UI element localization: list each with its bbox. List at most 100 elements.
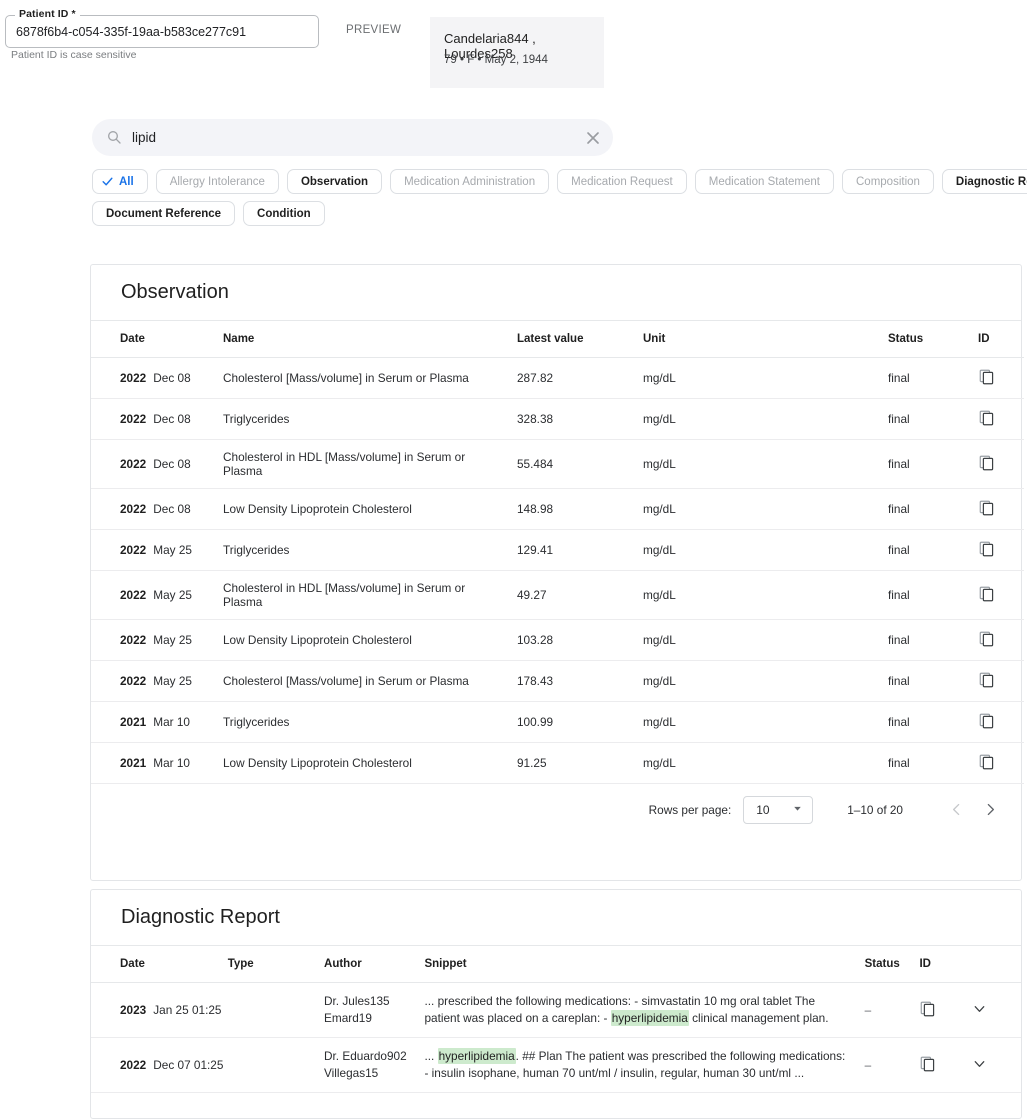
copy-id-button[interactable] [978,585,995,605]
patient-preview-meta: 79 • F • May 2, 1944 [444,54,548,66]
cell-date: 2022Dec 08 [91,398,223,439]
table-row[interactable]: 2022May 25Low Density Lipoprotein Choles… [91,619,1024,660]
rows-per-page-label: Rows per page: [649,803,732,817]
column-header-date: Date [91,321,223,357]
observation-table: Date Name Latest value Unit Status ID 20… [91,321,1024,784]
cell-expand [971,1037,1021,1092]
chip-condition[interactable]: Condition [243,201,325,226]
copy-id-button[interactable] [978,368,995,388]
table-row[interactable]: 2022Dec 08Cholesterol [Mass/volume] in S… [91,357,1024,398]
cell-date: 2021Mar 10 [91,742,223,783]
observation-table-body: 2022Dec 08Cholesterol [Mass/volume] in S… [91,357,1024,783]
next-page-button[interactable] [973,795,1007,825]
search-icon [106,129,122,145]
chevron-down-icon[interactable] [971,1006,988,1020]
copy-id-button[interactable] [978,454,995,474]
copy-id-button[interactable] [919,1000,936,1020]
cell-date: 2022May 25 [91,570,223,619]
chip-all[interactable]: All [92,169,148,194]
cell-expand [971,982,1021,1037]
cell-id [978,488,1024,529]
date-month-day: May 25 [153,674,192,688]
column-header-id: ID [978,321,1024,357]
chip-medication-request[interactable]: Medication Request [557,169,687,194]
date-time: Jan 25 01:25 [153,1003,221,1017]
chip-allergy-intolerance[interactable]: Allergy Intolerance [156,169,279,194]
cell-type [228,1037,324,1092]
copy-id-button[interactable] [978,499,995,519]
chip-row-1: All Allergy Intolerance Observation Medi… [92,169,1012,194]
chip-observation[interactable]: Observation [287,169,382,194]
diagnostic-report-card: Diagnostic Report Date Type Author Snipp… [90,889,1022,1119]
rows-per-page-select[interactable]: 10 [743,796,813,824]
date-year: 2022 [120,371,146,385]
close-icon[interactable] [583,128,603,148]
patient-id-input[interactable] [6,16,318,47]
cell-author: Dr. Jules135 Emard19 [324,982,424,1037]
search-input[interactable] [130,119,650,156]
column-header-date: Date [91,946,228,982]
chip-label: Observation [301,176,368,188]
cell-status: final [888,570,978,619]
cell-name: Low Density Lipoprotein Cholesterol [223,742,517,783]
table-row[interactable]: 2021Mar 10Triglycerides100.99mg/dLfinal [91,701,1024,742]
copy-id-button[interactable] [978,671,995,691]
cell-date: 2022May 25 [91,529,223,570]
copy-id-button[interactable] [978,630,995,650]
table-row[interactable]: 2022Dec 07 01:25Dr. Eduardo902 Villegas1… [91,1037,1021,1092]
chip-label: Medication Administration [404,176,535,188]
table-row[interactable]: 2022 Dec 08 Low Density Lipoprotein Choles… [91,488,1024,529]
cell-name: Low Density Lipoprotein Cholesterol [223,488,517,529]
cell-unit: mg/dL [643,619,888,660]
copy-id-button[interactable] [978,712,995,732]
cell-date: 2022May 25 [91,619,223,660]
table-row[interactable]: 2023Jan 25 01:25Dr. Jules135 Emard19... … [91,982,1021,1037]
table-row[interactable]: 2022May 25Cholesterol [Mass/volume] in S… [91,660,1024,701]
chevron-down-icon[interactable] [971,1061,988,1075]
cell-name: Cholesterol in HDL [Mass/volume] in Seru… [223,570,517,619]
previous-page-button[interactable] [939,795,973,825]
resource-type-filter-chips: All Allergy Intolerance Observation Medi… [92,169,1012,233]
cell-unit: mg/dL [643,701,888,742]
cell-date: 2023Jan 25 01:25 [91,982,228,1037]
table-row[interactable]: 2021Mar 10Low Density Lipoprotein Choles… [91,742,1024,783]
cell-latest-value: 55.484 [517,439,643,488]
table-row[interactable]: 2022Dec 08Triglycerides328.38mg/dLfinal [91,398,1024,439]
table-row[interactable]: 2022May 25Cholesterol in HDL [Mass/volum… [91,570,1024,619]
cell-status: final [888,619,978,660]
chip-diagnostic-report[interactable]: Diagnostic Report [942,169,1027,194]
chip-composition[interactable]: Composition [842,169,934,194]
cell-status: final [888,357,978,398]
copy-id-button[interactable] [978,409,995,429]
search-bar[interactable] [92,119,613,156]
date-month-day: May 25 [153,633,192,647]
cell-latest-value: 287.82 [517,357,643,398]
column-header-status: Status [888,321,978,357]
chip-document-reference[interactable]: Document Reference [92,201,235,226]
date-month-day: Dec 08 [153,412,190,426]
copy-id-button[interactable] [919,1055,936,1075]
copy-id-button[interactable] [978,753,995,773]
cell-status: – [865,1037,920,1092]
chip-label: Condition [257,208,311,220]
chip-medication-statement[interactable]: Medication Statement [695,169,834,194]
date-year: 2022 [120,543,146,557]
patient-header: Patient ID * Patient ID is case sensitiv… [0,0,1027,100]
copy-id-button[interactable] [978,540,995,560]
chip-medication-administration[interactable]: Medication Administration [390,169,549,194]
column-header-id: ID [919,946,971,982]
date-month-day: May 25 [153,588,192,602]
cell-unit: mg/dL [643,660,888,701]
date-month-day: Dec 08 [153,502,190,516]
cell-status: final [888,439,978,488]
patient-id-field[interactable]: Patient ID * [5,15,319,48]
cell-latest-value: 328.38 [517,398,643,439]
table-row[interactable]: 2022Dec 08Cholesterol in HDL [Mass/volum… [91,439,1024,488]
cell-latest-value: 103.28 [517,619,643,660]
chip-label: Document Reference [106,208,221,220]
table-row[interactable]: 2022May 25Triglycerides129.41mg/dLfinal [91,529,1024,570]
cell-unit: mg/dL [643,357,888,398]
date-year: 2022 [120,674,146,688]
cell-date: 2021Mar 10 [91,701,223,742]
date-year: 2022 [120,502,146,516]
